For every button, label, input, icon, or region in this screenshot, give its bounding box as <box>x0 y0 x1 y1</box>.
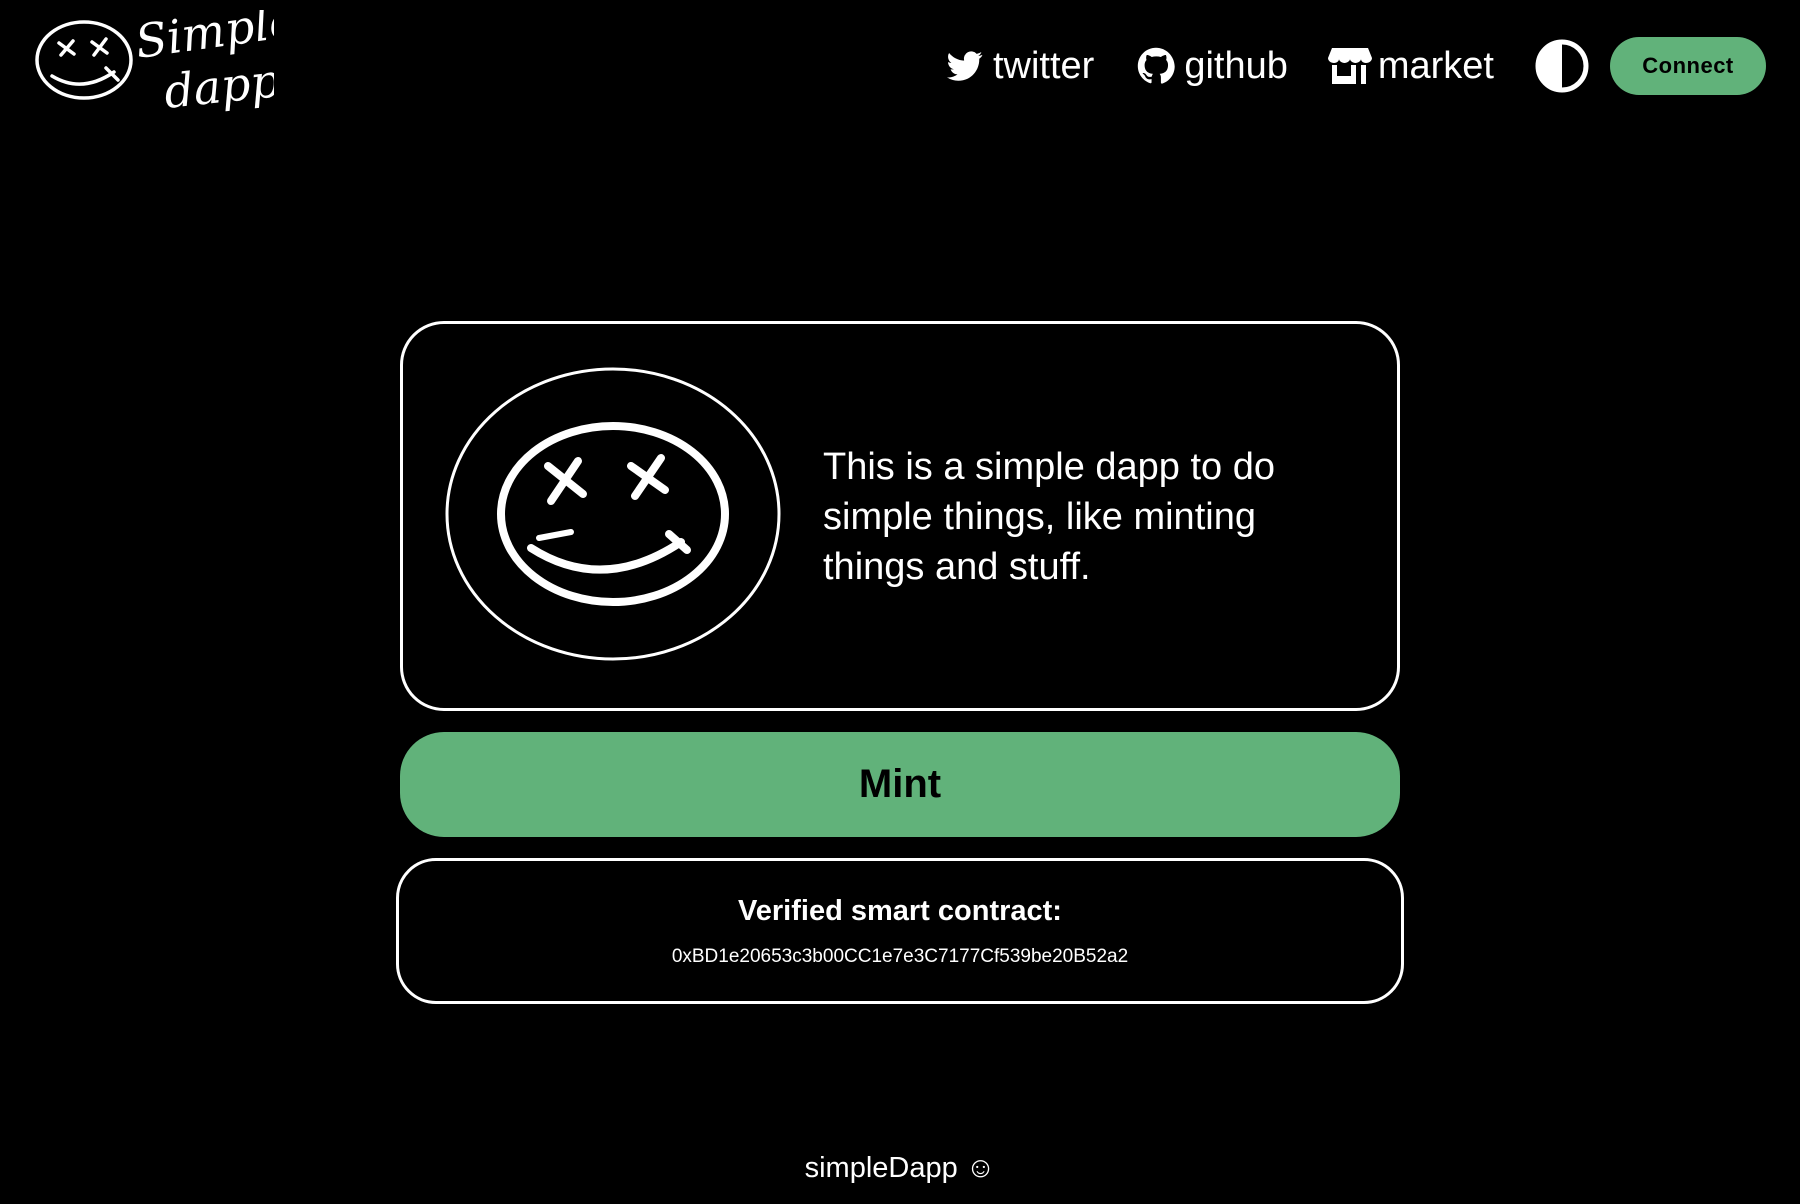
connect-wallet-button[interactable]: Connect <box>1610 37 1766 95</box>
contract-address[interactable]: 0xBD1e20653c3b00CC1e7e3C7177Cf539be20B52… <box>399 946 1401 968</box>
intro-description: This is a simple dapp to do simple thing… <box>823 446 1276 588</box>
footer: simpleDapp ☺ <box>0 1152 1800 1185</box>
intro-card: This is a simple dapp to do simple thing… <box>400 321 1400 711</box>
nav-link-github[interactable]: github <box>1134 44 1288 88</box>
twitter-bird-icon <box>943 44 987 88</box>
page: Simple dapp twitter github market Connec… <box>0 0 1800 1204</box>
nav-link-twitter[interactable]: twitter <box>943 44 1094 88</box>
contract-info-box: Verified smart contract: 0xBD1e20653c3b0… <box>396 858 1404 1004</box>
mint-button[interactable]: Mint <box>400 732 1400 837</box>
theme-toggle-button[interactable] <box>1534 38 1590 94</box>
nav-link-market[interactable]: market <box>1327 44 1494 88</box>
logo[interactable]: Simple dapp <box>34 10 274 115</box>
github-octocat-icon <box>1134 44 1178 88</box>
dizzy-smiley-face-icon <box>443 366 783 662</box>
contract-title: Verified smart contract: <box>738 895 1062 927</box>
top-nav: twitter github market Connect <box>943 34 1766 98</box>
nav-link-github-label: github <box>1184 44 1288 87</box>
storefront-icon <box>1327 44 1372 88</box>
footer-text: simpleDapp ☺ <box>804 1152 996 1184</box>
nav-link-market-label: market <box>1377 44 1494 87</box>
nav-link-twitter-label: twitter <box>992 44 1095 87</box>
logo-smiley-icon: Simple dapp <box>35 10 274 115</box>
contrast-half-circle-icon <box>1535 39 1589 93</box>
